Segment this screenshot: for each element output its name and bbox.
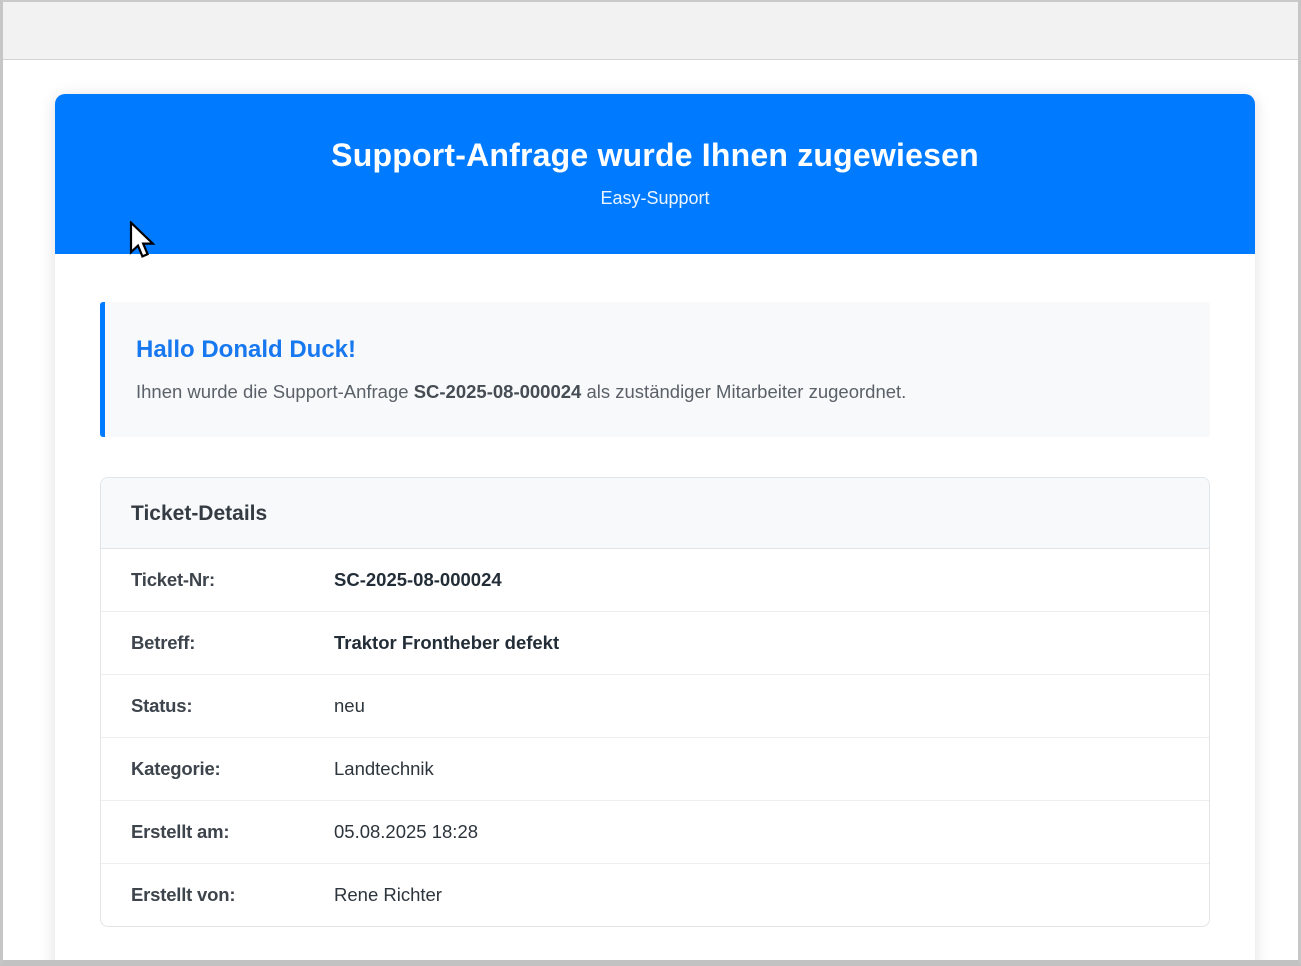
email-card: Support-Anfrage wurde Ihnen zugewiesen E…	[55, 94, 1255, 966]
email-viewport: Support-Anfrage wurde Ihnen zugewiesen E…	[3, 94, 1298, 966]
greeting-text-suffix: als zuständiger Mitarbeiter zugeordnet.	[581, 381, 906, 402]
email-body: Hallo Donald Duck! Ihnen wurde die Suppo…	[55, 254, 1255, 957]
table-row-betreff: Betreff: Traktor Frontheber defekt	[101, 612, 1209, 675]
window-titlebar[interactable]	[3, 2, 1298, 60]
row-value: Rene Richter	[334, 884, 442, 906]
table-row-erstellt-von: Erstellt von: Rene Richter	[101, 864, 1209, 926]
row-label: Betreff:	[131, 632, 334, 654]
row-label: Ticket-Nr:	[131, 569, 334, 591]
row-value: neu	[334, 695, 365, 717]
email-title: Support-Anfrage wurde Ihnen zugewiesen	[55, 138, 1255, 172]
row-label: Kategorie:	[131, 758, 334, 780]
row-value: SC-2025-08-000024	[334, 569, 502, 591]
greeting-heading: Hallo Donald Duck!	[136, 336, 1174, 364]
ticket-details-header: Ticket-Details	[101, 478, 1209, 549]
row-label: Status:	[131, 695, 334, 717]
greeting-ticket-number: SC-2025-08-000024	[414, 381, 582, 402]
table-row-erstellt-am: Erstellt am: 05.08.2025 18:28	[101, 801, 1209, 864]
greeting-callout: Hallo Donald Duck! Ihnen wurde die Suppo…	[100, 302, 1210, 437]
table-row-ticket-nr: Ticket-Nr: SC-2025-08-000024	[101, 549, 1209, 612]
email-header: Support-Anfrage wurde Ihnen zugewiesen E…	[55, 94, 1255, 254]
row-label: Erstellt von:	[131, 884, 334, 906]
greeting-text: Ihnen wurde die Support-Anfrage SC-2025-…	[136, 380, 1174, 404]
ticket-details-panel: Ticket-Details Ticket-Nr: SC-2025-08-000…	[100, 477, 1210, 927]
row-label: Erstellt am:	[131, 821, 334, 843]
ticket-details-title: Ticket-Details	[131, 502, 1179, 526]
app-window: Support-Anfrage wurde Ihnen zugewiesen E…	[0, 0, 1301, 966]
table-row-kategorie: Kategorie: Landtechnik	[101, 738, 1209, 801]
row-value: 05.08.2025 18:28	[334, 821, 478, 843]
table-row-status: Status: neu	[101, 675, 1209, 738]
row-value: Traktor Frontheber defekt	[334, 632, 559, 654]
greeting-text-prefix: Ihnen wurde die Support-Anfrage	[136, 381, 414, 402]
row-value: Landtechnik	[334, 758, 434, 780]
email-subtitle: Easy-Support	[55, 188, 1255, 209]
